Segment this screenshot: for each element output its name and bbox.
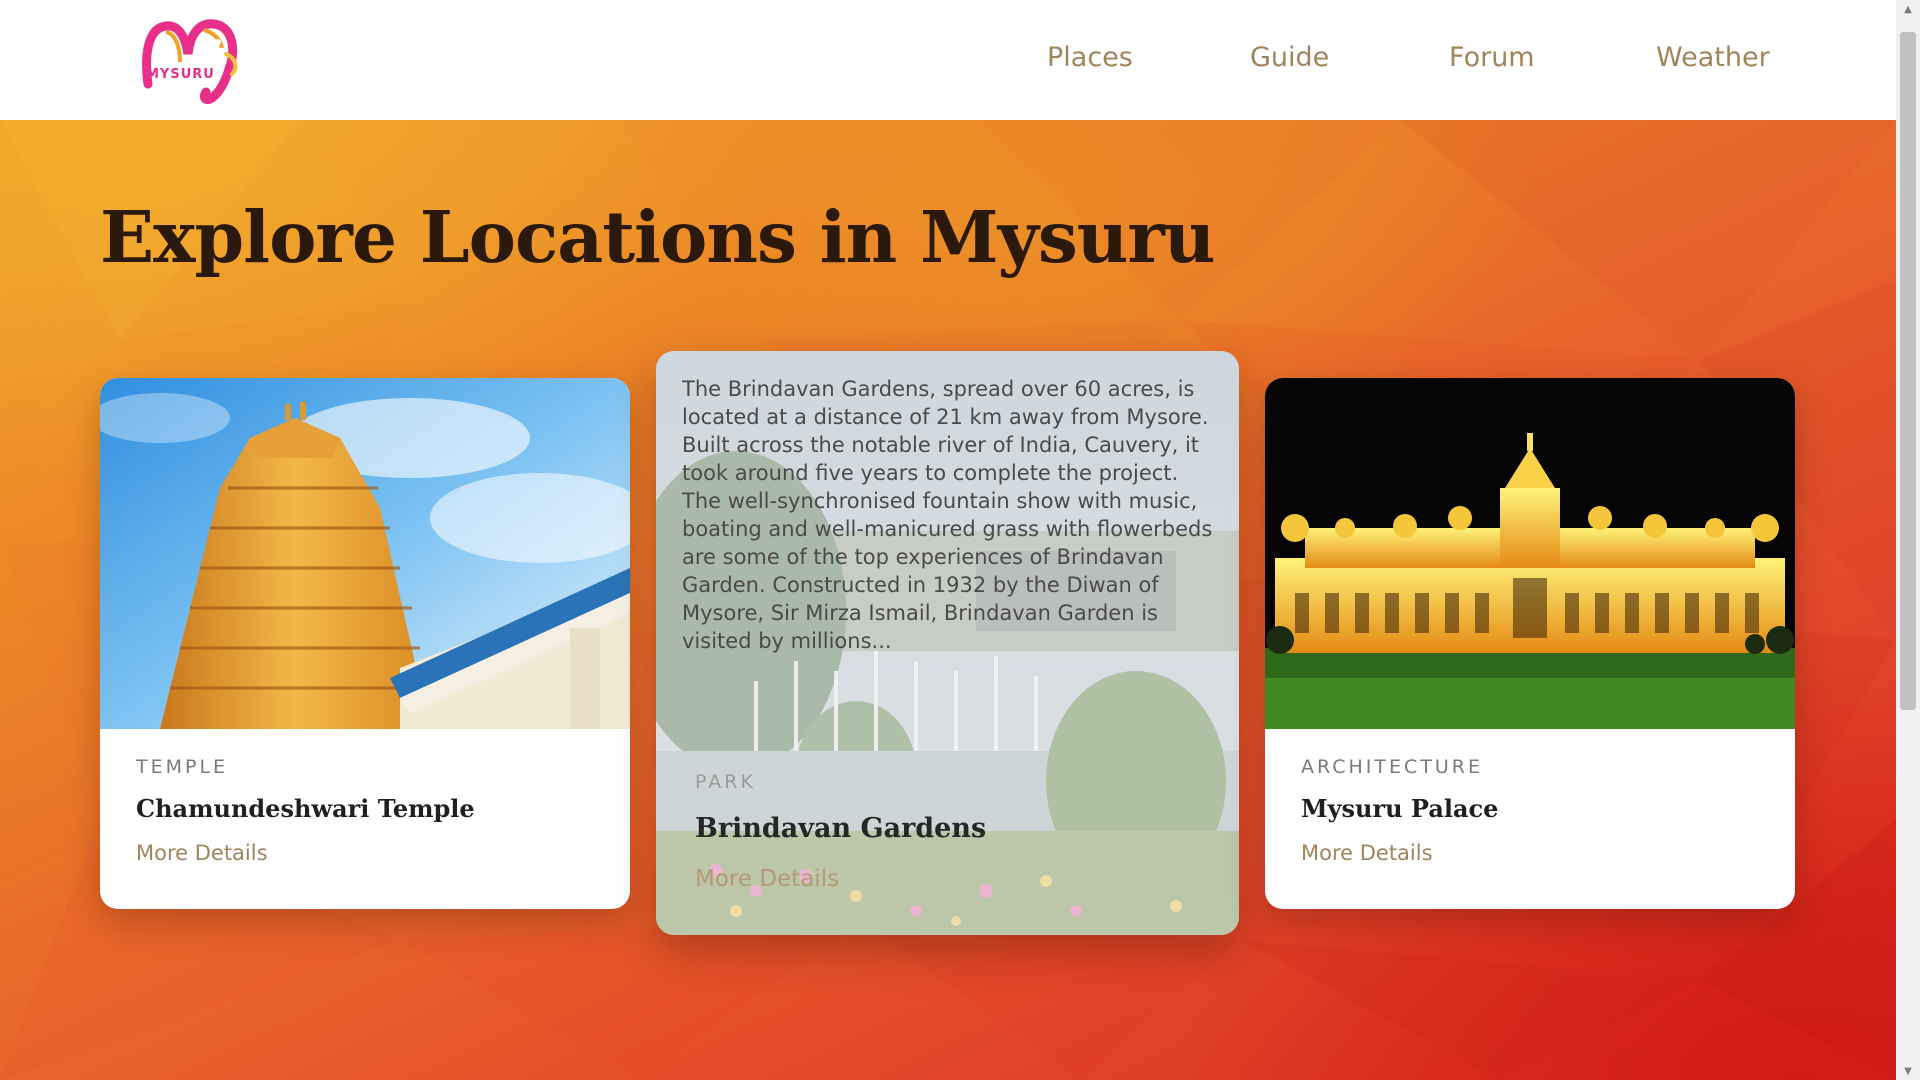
scrollbar-thumb[interactable] (1900, 32, 1916, 710)
elephant-logo-icon: MYSURU (142, 19, 238, 105)
vertical-scrollbar[interactable]: ▲ ▼ (1896, 0, 1920, 1080)
card-category: TEMPLE (136, 756, 229, 778)
nav-link-guide[interactable]: Guide (1250, 42, 1329, 73)
card-category: ARCHITECTURE (1301, 756, 1484, 778)
card-body: TEMPLE Chamundeshwari Temple More Detail… (136, 756, 600, 865)
svg-text:MYSURU: MYSURU (146, 67, 215, 82)
card-title: Brindavan Gardens (695, 813, 987, 844)
temple-image (100, 378, 630, 729)
hero-section: Explore Locations in Mysuru TEMPLE Chamu… (0, 120, 1896, 1080)
page-title: Explore Locations in Mysuru (100, 195, 1215, 279)
card-title: Chamundeshwari Temple (136, 794, 475, 823)
mysuru-logo[interactable]: MYSURU (140, 14, 242, 106)
scroll-up-arrow-icon[interactable]: ▲ (1896, 0, 1920, 18)
more-details-link[interactable]: More Details (1301, 841, 1433, 865)
card-body: PARK Brindavan Gardens More Details (695, 771, 1209, 892)
card-description: The Brindavan Gardens, spread over 60 ac… (682, 377, 1213, 653)
more-details-link[interactable]: More Details (695, 866, 839, 892)
card-title: Mysuru Palace (1301, 794, 1499, 823)
more-details-link[interactable]: More Details (136, 841, 268, 865)
nav-link-weather[interactable]: Weather (1656, 42, 1770, 73)
nav-link-forum[interactable]: Forum (1449, 42, 1535, 73)
nav-link-places[interactable]: Places (1047, 42, 1133, 73)
card-category: PARK (695, 771, 756, 793)
temple-gopuram-icon (100, 378, 630, 729)
location-card-brindavan[interactable]: The Brindavan Gardens, spread over 60 ac… (656, 351, 1239, 935)
card-body: ARCHITECTURE Mysuru Palace More Details (1301, 756, 1765, 865)
location-card-mysuru-palace[interactable]: ARCHITECTURE Mysuru Palace More Details (1265, 378, 1795, 909)
scroll-down-arrow-icon[interactable]: ▼ (1896, 1062, 1920, 1080)
palace-night-icon (1265, 378, 1795, 729)
top-navigation-bar: MYSURU Places Guide Forum Weather (0, 0, 1896, 120)
location-card-chamundeshwari[interactable]: TEMPLE Chamundeshwari Temple More Detail… (100, 378, 630, 909)
palace-image (1265, 378, 1795, 729)
